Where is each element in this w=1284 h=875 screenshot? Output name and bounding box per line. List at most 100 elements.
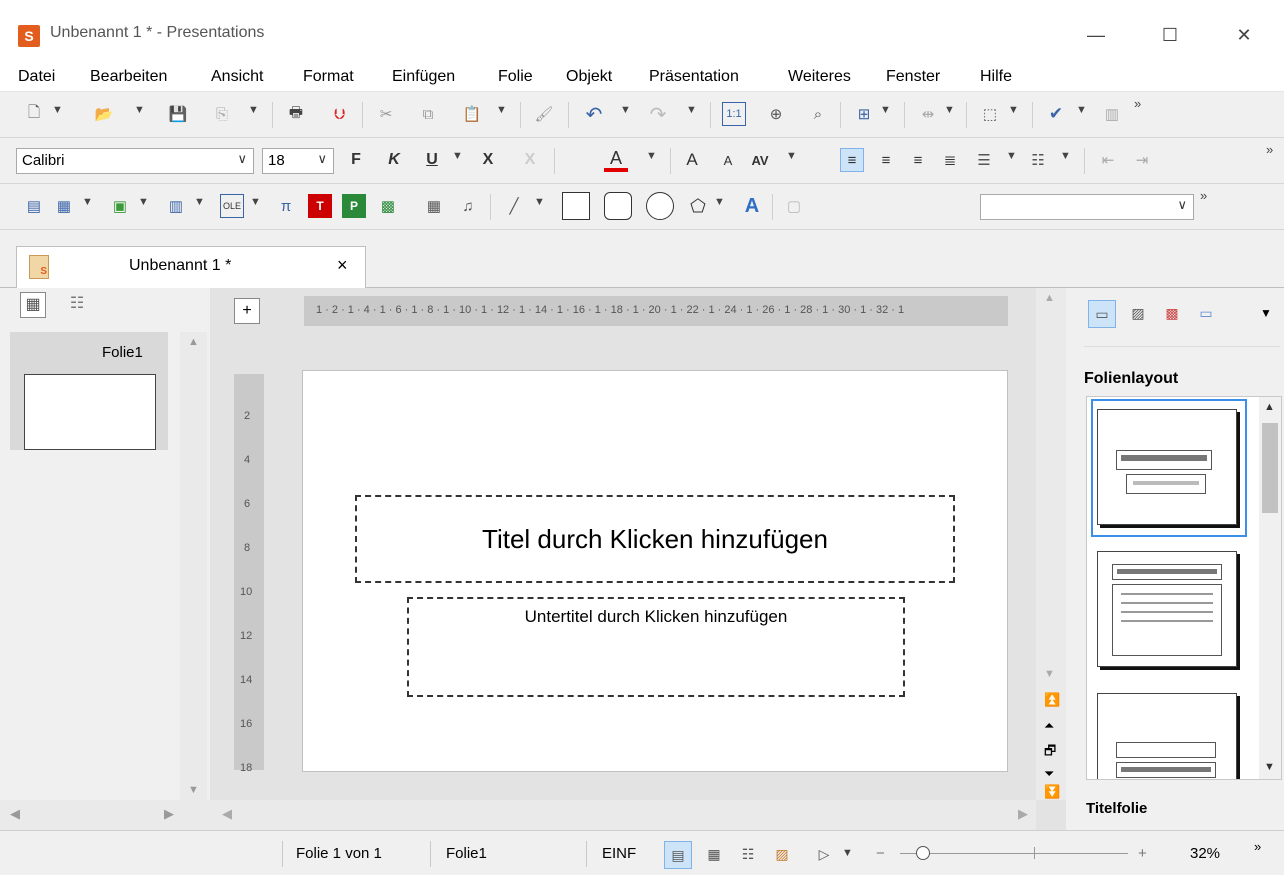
subtitle-placeholder[interactable]: Untertitel durch Klicken hinzufügen xyxy=(407,597,905,697)
first-slide-icon[interactable]: ⏫ xyxy=(1044,692,1060,708)
tab-unbenannt-1[interactable]: S Unbenannt 1 * × xyxy=(16,246,366,288)
chevron-down-icon[interactable]: ▼ xyxy=(1006,150,1017,162)
formula-icon[interactable]: π xyxy=(274,194,298,218)
autoshape-icon[interactable]: ⬠ xyxy=(686,194,710,218)
underline-button[interactable]: U xyxy=(420,148,444,172)
slide-sorter-icon[interactable]: ▦ xyxy=(700,841,728,869)
handout-view-icon[interactable]: ▨ xyxy=(768,841,796,869)
master-panel-icon[interactable]: ▭ xyxy=(1192,300,1220,328)
scroll-up-icon[interactable]: ▲ xyxy=(1264,401,1275,413)
textart-icon[interactable]: A xyxy=(740,194,764,218)
bold-button[interactable]: F xyxy=(344,148,368,172)
chevron-down-icon[interactable]: ▼ xyxy=(646,150,657,162)
chevron-down-icon[interactable]: ▼ xyxy=(786,150,797,162)
chevron-down-icon[interactable]: ▼ xyxy=(1260,306,1272,320)
layout-gallery[interactable]: ▲ ▼ xyxy=(1086,396,1282,780)
normal-view-icon[interactable]: ▤ xyxy=(664,841,692,869)
insert-mode[interactable]: EINF xyxy=(602,845,636,862)
search-icon[interactable]: ⌕ xyxy=(806,102,830,126)
copy-icon[interactable]: ⧉ xyxy=(416,102,440,126)
ole-object-icon[interactable]: OLE xyxy=(220,194,244,218)
shrink-font-button[interactable]: A xyxy=(716,148,740,172)
chevron-down-icon[interactable]: ▼ xyxy=(496,104,507,116)
menu-objekt[interactable]: Objekt xyxy=(566,68,612,86)
font-size-combo[interactable]: 18 ∨ xyxy=(262,148,334,174)
scroll-up-icon[interactable]: ▲ xyxy=(1044,292,1055,304)
scroll-down-icon[interactable]: ▼ xyxy=(188,784,199,796)
print-icon[interactable]: 🖶 xyxy=(284,102,308,126)
menu-hilfe[interactable]: Hilfe xyxy=(980,68,1012,86)
chevron-down-icon[interactable]: ▼ xyxy=(452,150,463,162)
menu-praesentation[interactable]: Präsentation xyxy=(649,68,739,86)
menu-einfuegen[interactable]: Einfügen xyxy=(392,68,455,86)
form-object-icon[interactable]: ▢ xyxy=(782,194,806,218)
chevron-down-icon[interactable]: ▼ xyxy=(842,847,853,859)
title-placeholder[interactable]: Titel durch Klicken hinzufügen xyxy=(355,495,955,583)
menu-format[interactable]: Format xyxy=(303,68,354,86)
open-folder-icon[interactable]: 📂 xyxy=(92,102,116,126)
paste-icon[interactable]: 📋 xyxy=(460,102,484,126)
chevron-down-icon[interactable]: ▼ xyxy=(52,104,63,116)
increase-indent-icon[interactable]: ⇥ xyxy=(1130,148,1154,172)
redo-icon[interactable]: ↷ xyxy=(646,102,670,126)
spellcheck-icon[interactable]: ✔ xyxy=(1044,102,1068,126)
clear-format-icon[interactable]: X xyxy=(518,148,542,172)
editor-vertical-scrollbar[interactable]: ▲ ▼ ⏫ ⏶ 🗗 ⏷ ⏬ xyxy=(1036,288,1066,800)
rounded-rectangle-icon[interactable] xyxy=(604,192,632,220)
chevron-down-icon[interactable]: ▼ xyxy=(194,196,205,208)
bullet-list-icon[interactable]: ☰ xyxy=(972,148,996,172)
chevron-down-icon[interactable]: ▼ xyxy=(1060,150,1071,162)
menu-datei[interactable]: Datei xyxy=(18,68,55,86)
new-document-icon[interactable]: 🗋 xyxy=(22,102,46,126)
format-painter-icon[interactable]: 🖌 xyxy=(532,102,556,126)
chevron-down-icon[interactable]: ▼ xyxy=(82,196,93,208)
overflow-icon[interactable]: » xyxy=(1134,96,1141,111)
thumbnail-view-icon[interactable]: ▦ xyxy=(20,292,46,318)
outline-view-icon[interactable]: ☷ xyxy=(734,841,762,869)
chevron-down-icon[interactable]: ▼ xyxy=(248,104,259,116)
textmaker-object-icon[interactable]: T xyxy=(308,194,332,218)
chevron-down-icon[interactable]: ▼ xyxy=(134,104,145,116)
zoom-slider[interactable] xyxy=(900,846,1128,860)
justify-icon[interactable]: ≣ xyxy=(938,148,962,172)
scrollbar-thumb[interactable] xyxy=(1262,423,1278,513)
font-color-button[interactable]: A xyxy=(604,148,628,172)
italic-button[interactable]: K xyxy=(382,148,406,172)
overflow-icon[interactable]: » xyxy=(1200,188,1207,203)
scroll-down-icon[interactable]: ▼ xyxy=(1264,761,1275,773)
scroll-down-icon[interactable]: ▼ xyxy=(1044,668,1055,680)
horizontal-ruler[interactable]: 1 · 2 · 1 · 4 · 1 · 6 · 1 · 8 · 1 · 10 ·… xyxy=(304,296,1008,326)
layout-panel-icon[interactable]: ▭ xyxy=(1088,300,1116,328)
last-slide-icon[interactable]: ⏬ xyxy=(1044,784,1060,800)
scroll-right-icon[interactable]: ▶ xyxy=(1018,806,1028,822)
ruler-origin-icon[interactable]: + xyxy=(234,298,260,324)
picture-icon[interactable]: ▣ xyxy=(108,194,132,218)
textbox-icon[interactable]: ▤ xyxy=(22,194,46,218)
chevron-down-icon[interactable]: ▼ xyxy=(714,196,725,208)
maximize-button[interactable]: ☐ xyxy=(1152,20,1188,50)
ellipse-icon[interactable] xyxy=(646,192,674,220)
zoom-100-icon[interactable]: 1:1 xyxy=(722,102,746,126)
scroll-left-icon[interactable]: ◀ xyxy=(222,806,232,822)
insert-chart-icon[interactable]: ▥ xyxy=(164,194,188,218)
chevron-down-icon[interactable]: ▼ xyxy=(880,104,891,116)
slide-thumbnail-item[interactable]: Folie1 xyxy=(10,332,168,450)
table-icon[interactable]: ⊞ xyxy=(852,102,876,126)
layout-title-content[interactable] xyxy=(1097,551,1237,667)
rectangle-icon[interactable] xyxy=(562,192,590,220)
slide-canvas[interactable]: Titel durch Klicken hinzufügen Untertite… xyxy=(302,370,1008,772)
menu-weiteres[interactable]: Weiteres xyxy=(788,68,851,86)
left-horizontal-scrollbar[interactable]: ◀ ▶ xyxy=(0,800,210,830)
planmaker-chart-icon[interactable]: ▩ xyxy=(376,194,400,218)
overflow-icon[interactable]: » xyxy=(1266,142,1273,157)
scroll-up-icon[interactable]: ▲ xyxy=(188,336,199,348)
next-slide-icon[interactable]: ⏷ xyxy=(1044,766,1054,782)
layout-title-slide[interactable] xyxy=(1097,409,1237,525)
insert-frame-icon[interactable]: ⬚ xyxy=(978,102,1002,126)
insert-table-icon[interactable]: ▦ xyxy=(52,194,76,218)
previous-slide-icon[interactable]: ⏶ xyxy=(1044,718,1054,734)
align-center-icon[interactable]: ≡ xyxy=(874,148,898,172)
zoom-fit-icon[interactable]: ⊕ xyxy=(764,102,788,126)
chevron-down-icon[interactable]: ∨ xyxy=(1177,197,1187,213)
chevron-down-icon[interactable]: ∨ xyxy=(317,151,327,167)
